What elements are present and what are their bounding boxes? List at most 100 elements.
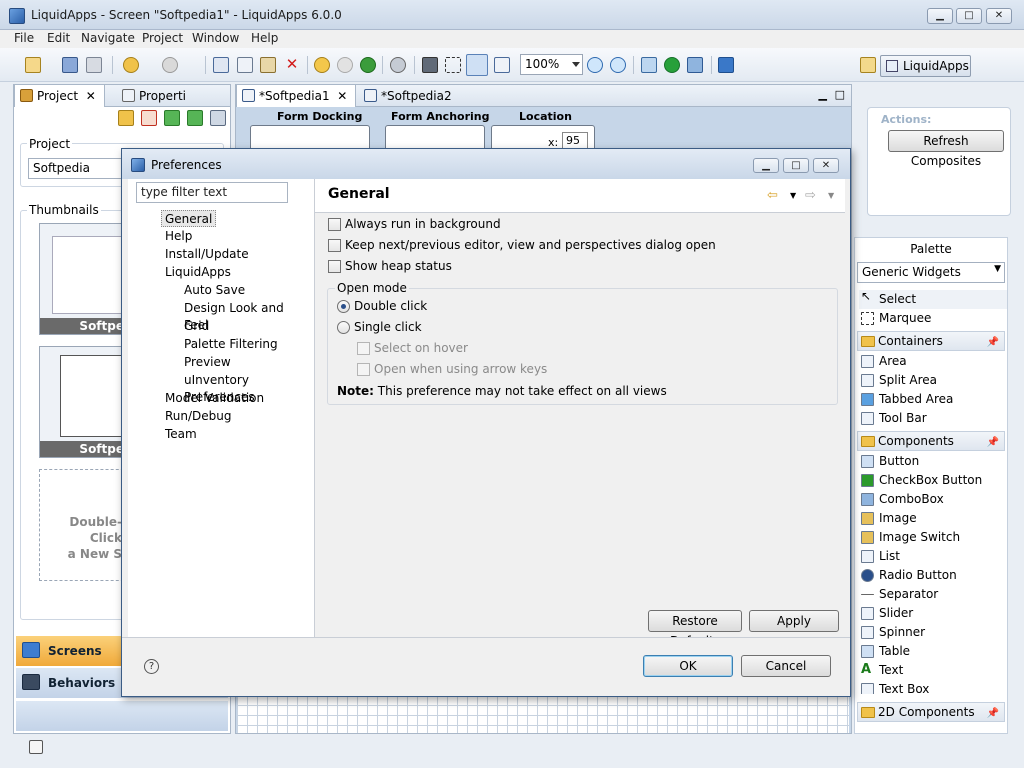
show-heap-status-checkbox[interactable]: Show heap status bbox=[328, 259, 452, 275]
new-icon[interactable] bbox=[25, 57, 41, 73]
tree-item-grid[interactable]: Grid bbox=[181, 318, 212, 335]
cancel-button[interactable]: Cancel bbox=[741, 655, 831, 677]
apply-button[interactable]: Apply bbox=[749, 610, 839, 632]
double-click-radio[interactable]: Double click bbox=[337, 299, 427, 315]
zoom-in-icon[interactable] bbox=[587, 57, 603, 73]
ok-button[interactable]: OK bbox=[643, 655, 733, 677]
menu-project[interactable]: Project bbox=[142, 31, 183, 45]
forward-icon[interactable] bbox=[162, 57, 178, 73]
palette-item-radio-button[interactable]: Radio Button bbox=[859, 566, 1007, 585]
tab-properties[interactable]: Properti bbox=[117, 85, 194, 107]
print-icon[interactable] bbox=[86, 57, 102, 73]
palette-item-tool-bar[interactable]: Tool Bar bbox=[859, 409, 1007, 428]
refresh-icon[interactable] bbox=[360, 57, 376, 73]
cut-icon[interactable] bbox=[213, 57, 229, 73]
palette-item-combobox[interactable]: ComboBox bbox=[859, 490, 1007, 509]
menu-navigate[interactable]: Navigate bbox=[81, 31, 135, 45]
menu-edit[interactable]: Edit bbox=[47, 31, 70, 45]
forward-history-chevron-icon[interactable]: ▼ bbox=[828, 191, 834, 200]
restore-defaults-button[interactable]: Restore Defaults bbox=[648, 610, 742, 648]
x-input[interactable]: 95 bbox=[562, 132, 588, 149]
remove-screen-icon[interactable] bbox=[141, 110, 157, 126]
copy-icon[interactable] bbox=[237, 57, 253, 73]
tab-softpedia2[interactable]: *Softpedia2 bbox=[359, 85, 460, 107]
tree-item-auto-save[interactable]: Auto Save bbox=[181, 282, 248, 299]
forward-arrow-icon[interactable]: ⇨ bbox=[805, 188, 816, 203]
tree-item-run-debug[interactable]: Run/Debug bbox=[162, 408, 235, 425]
device-icon[interactable] bbox=[641, 57, 657, 73]
maximize-button[interactable]: □ bbox=[956, 8, 982, 24]
paste-icon[interactable] bbox=[260, 57, 276, 73]
tree-item-uinventory[interactable]: uInventory Preferences bbox=[181, 372, 314, 404]
palette-tool-select[interactable]: ↖ Select bbox=[859, 290, 1007, 309]
pin-icon[interactable]: 📌 bbox=[987, 705, 999, 723]
palette-item-button[interactable]: Button bbox=[859, 452, 1007, 471]
save-icon[interactable] bbox=[62, 57, 78, 73]
palette-item-slider[interactable]: Slider bbox=[859, 604, 1007, 623]
fast-view-icon[interactable] bbox=[29, 740, 43, 754]
palette-category-containers[interactable]: Containers 📌 bbox=[857, 331, 1005, 351]
tree-item-team[interactable]: Team bbox=[162, 426, 200, 443]
move-down-icon[interactable] bbox=[187, 110, 203, 126]
palette-item-split-area[interactable]: Split Area bbox=[859, 371, 1007, 390]
undo-icon[interactable] bbox=[314, 57, 330, 73]
back-arrow-icon[interactable]: ⇦ bbox=[767, 188, 778, 203]
back-icon[interactable] bbox=[123, 57, 139, 73]
menu-window[interactable]: Window bbox=[192, 31, 239, 45]
info-icon[interactable] bbox=[718, 57, 734, 73]
deploy-icon[interactable] bbox=[687, 57, 703, 73]
filter-input[interactable]: type filter text bbox=[136, 182, 288, 203]
pin-icon[interactable]: 📌 bbox=[987, 334, 999, 352]
dialog-minimize-button[interactable]: ▁ bbox=[753, 158, 779, 173]
refresh-composites-button[interactable]: Refresh Composites bbox=[888, 130, 1004, 168]
palette-tool-marquee[interactable]: Marquee bbox=[859, 309, 1007, 328]
layout-icon[interactable] bbox=[494, 57, 510, 73]
dialog-close-button[interactable]: ✕ bbox=[813, 158, 839, 173]
design-grid[interactable] bbox=[237, 695, 849, 733]
close-button[interactable]: ✕ bbox=[986, 8, 1012, 24]
palette-item-separator[interactable]: Separator bbox=[859, 585, 1007, 604]
tree-item-palette-filtering[interactable]: Palette Filtering bbox=[181, 336, 281, 353]
grid-toggle-icon[interactable] bbox=[466, 54, 488, 76]
editor-maximize-button[interactable]: □ bbox=[835, 88, 845, 101]
keep-dialog-open-checkbox[interactable]: Keep next/previous editor, view and pers… bbox=[328, 238, 716, 254]
palette-set-combo[interactable]: Generic Widgets ▼ bbox=[857, 262, 1005, 283]
palette-item-image-switch[interactable]: Image Switch bbox=[859, 528, 1007, 547]
palette-item-text-box[interactable]: Text Box bbox=[859, 680, 1007, 694]
palette-item-table[interactable]: Table bbox=[859, 642, 1007, 661]
minimize-button[interactable]: ▁ bbox=[927, 8, 953, 24]
editor-minimize-button[interactable]: ▁ bbox=[819, 88, 827, 101]
tab-softpedia1[interactable]: *Softpedia1 ✕ bbox=[236, 85, 357, 107]
delete-icon[interactable]: ✕ bbox=[284, 57, 300, 73]
zoom-combo[interactable]: 100% bbox=[520, 54, 583, 75]
run-icon[interactable] bbox=[664, 57, 680, 73]
tree-item-preview[interactable]: Preview bbox=[181, 354, 234, 371]
zoom-out-icon[interactable] bbox=[610, 57, 626, 73]
open-perspective-icon[interactable] bbox=[860, 57, 876, 73]
move-up-icon[interactable] bbox=[164, 110, 180, 126]
palette-item-tabbed-area[interactable]: Tabbed Area bbox=[859, 390, 1007, 409]
thumbnail-screen-1[interactable]: Softpe bbox=[39, 223, 129, 335]
thumbnail-screen-2[interactable]: Softpe bbox=[39, 346, 129, 458]
select-rect-icon[interactable] bbox=[445, 57, 461, 73]
settings-icon[interactable] bbox=[390, 57, 406, 73]
menu-help[interactable]: Help bbox=[251, 31, 278, 45]
palette-item-area[interactable]: Area bbox=[859, 352, 1007, 371]
palette-category-2d-components[interactable]: 2D Components 📌 bbox=[857, 702, 1005, 722]
pin-icon[interactable]: 📌 bbox=[987, 434, 999, 452]
tree-item-liquidapps[interactable]: LiquidApps bbox=[162, 264, 234, 281]
single-click-radio[interactable]: Single click bbox=[337, 320, 422, 336]
palette-item-checkbox[interactable]: CheckBox Button bbox=[859, 471, 1007, 490]
always-run-background-checkbox[interactable]: Always run in background bbox=[328, 217, 501, 233]
palette-item-image[interactable]: Image bbox=[859, 509, 1007, 528]
palette-category-components[interactable]: Components 📌 bbox=[857, 431, 1005, 451]
palette-item-list[interactable]: List bbox=[859, 547, 1007, 566]
back-history-chevron-icon[interactable]: ▼ bbox=[790, 191, 796, 200]
tree-item-model-validation[interactable]: Model Validation bbox=[162, 390, 267, 407]
menu-file[interactable]: File bbox=[14, 31, 34, 45]
new-screen-placeholder[interactable]: Double-Click a New S bbox=[39, 469, 129, 581]
palette-item-text[interactable]: A Text bbox=[859, 661, 1007, 680]
tree-item-general[interactable]: General bbox=[161, 210, 217, 227]
dialog-maximize-button[interactable]: □ bbox=[783, 158, 809, 173]
redo-icon[interactable] bbox=[337, 57, 353, 73]
